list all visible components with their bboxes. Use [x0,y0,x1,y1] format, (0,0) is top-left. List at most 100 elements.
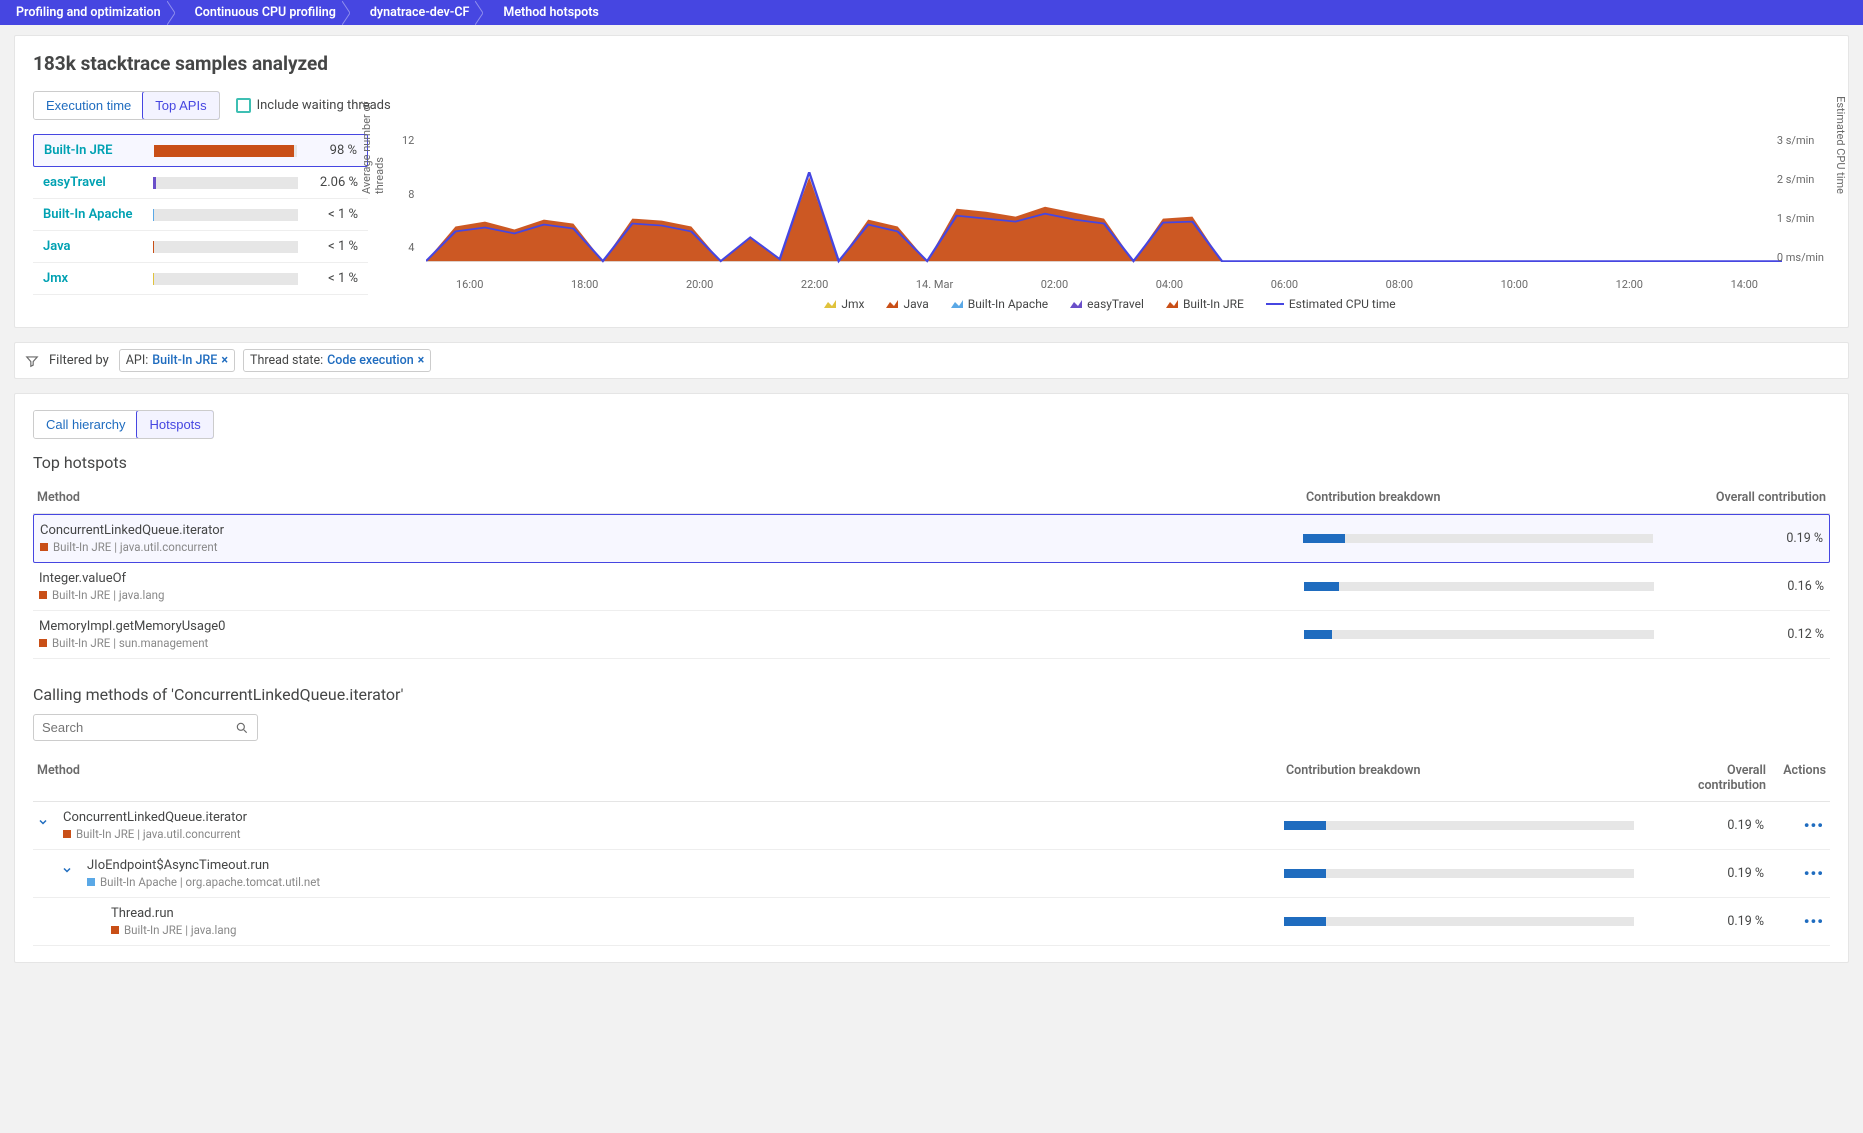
overall-pct: 0.19 % [1664,866,1764,881]
calling-title-method: ConcurrentLinkedQueue.iterator [174,685,401,704]
filter-chip[interactable]: API: Built-In JRE × [119,349,235,372]
method-sub: Built-In JRE | java.lang [111,923,1284,937]
chart-y-left-label: Average number ofthreads [360,101,386,194]
legend-item[interactable]: Jmx [824,297,864,311]
legend-item[interactable]: Estimated CPU time [1266,297,1396,311]
close-icon[interactable]: × [418,353,425,368]
tab-call-hierarchy[interactable]: Call hierarchy [34,411,137,438]
legend-item[interactable]: Built-In JRE [1166,297,1244,311]
method-name: ConcurrentLinkedQueue.iterator [40,523,1303,538]
breakdown-bar [1284,821,1634,830]
overall-pct: 0.12 % [1684,627,1824,642]
chart-y-left-ticks: 1284 [402,134,414,254]
legend-label: Jmx [841,297,864,311]
method-sub: Built-In JRE | java.lang [39,588,1304,602]
api-row[interactable]: easyTravel 2.06 % [33,167,368,199]
chart-y-right-label: Estimated CPU time [1834,96,1847,194]
legend-item[interactable]: Built-In Apache [951,297,1048,311]
breakdown-bar [1304,582,1654,591]
filter-chip[interactable]: Thread state: Code execution × [243,349,431,372]
chevron-down-icon[interactable] [37,816,49,832]
api-pct: < 1 % [308,207,358,222]
breadcrumb-label: Continuous CPU profiling [195,5,336,20]
checkbox-icon [236,98,251,113]
api-bar [154,145,297,157]
hotspot-rows: ConcurrentLinkedQueue.iterator Built-In … [33,514,1830,659]
legend-item[interactable]: Java [886,297,928,311]
breadcrumb-item[interactable]: Continuous CPU profiling [185,0,360,25]
legend-label: easyTravel [1087,297,1144,311]
api-pct: 98 % [307,143,357,158]
search-icon [235,721,249,735]
api-color-icon [63,830,71,838]
method-name: MemoryImpl.getMemoryUsage0 [39,619,1304,634]
api-pct: < 1 % [308,239,358,254]
api-name: Built-In Apache [43,207,143,222]
tab-top-apis[interactable]: Top APIs [142,91,219,120]
api-name: Built-In JRE [44,143,144,158]
api-row[interactable]: Built-In Apache < 1 % [33,199,368,231]
api-name: Jmx [43,271,143,286]
api-row[interactable]: Jmx < 1 % [33,263,368,295]
overall-pct: 0.19 % [1683,531,1823,546]
close-icon[interactable]: × [221,353,228,368]
api-bar [153,209,298,221]
calling-methods-title: Calling methods of 'ConcurrentLinkedQueu… [33,685,1830,704]
api-row[interactable]: Java < 1 % [33,231,368,263]
breadcrumb-label: Method hotspots [503,5,598,20]
calling-title-prefix: Calling methods of ' [33,685,174,704]
breakdown-bar [1304,630,1654,639]
chip-value: Built-In JRE [152,353,217,368]
filter-chips: API: Built-In JRE ×Thread state: Code ex… [119,349,432,372]
calling-row[interactable]: Thread.run Built-In JRE | java.lang 0.19… [33,898,1830,946]
analysis-panel: 183k stacktrace samples analyzed Executi… [14,35,1849,328]
tab-execution-time[interactable]: Execution time [34,92,143,119]
api-color-icon [40,543,48,551]
lower-tab-group: Call hierarchy Hotspots [33,410,214,439]
breadcrumb-item[interactable]: dynatrace-dev-CF [360,0,494,25]
more-actions-icon[interactable]: ••• [1804,912,1824,931]
hotspot-row[interactable]: MemoryImpl.getMemoryUsage0 Built-In JRE … [33,611,1830,659]
chart-x-ticks: 16:0018:0020:0022:0014. Mar02:0004:0006:… [426,278,1782,291]
breadcrumb-item[interactable]: Profiling and optimization [6,0,185,25]
api-color-icon [39,639,47,647]
tab-hotspots[interactable]: Hotspots [136,410,213,439]
search-input[interactable] [42,720,235,735]
api-name: Java [43,239,143,254]
legend-swatch-icon [1070,300,1082,308]
breadcrumb: Profiling and optimization Continuous CP… [0,0,1863,25]
filter-icon [25,354,39,368]
thread-chart: Average number ofthreads Estimated CPU t… [390,134,1830,311]
calling-title-suffix: ' [401,685,404,704]
col-actions-header: Actions [1766,763,1826,793]
more-actions-icon[interactable]: ••• [1804,864,1824,883]
col-overall-header: Overall contribution [1686,490,1826,505]
breadcrumb-label: Profiling and optimization [16,5,161,20]
api-list: Built-In JRE 98 % easyTravel 2.06 % Buil… [33,134,368,311]
chevron-down-icon[interactable] [61,864,73,880]
filter-label: Filtered by [49,353,109,368]
api-bar [153,273,298,285]
legend-item[interactable]: easyTravel [1070,297,1144,311]
calling-row[interactable]: ConcurrentLinkedQueue.iterator Built-In … [33,802,1830,850]
breakdown-bar [1284,917,1634,926]
breadcrumb-item[interactable]: Method hotspots [493,0,608,25]
chip-key: Thread state: [250,353,323,368]
api-pct: < 1 % [308,271,358,286]
chip-key: API: [126,353,148,368]
method-sub: Built-In JRE | sun.management [39,636,1304,650]
calling-row[interactable]: JIoEndpoint$AsyncTimeout.run Built-In Ap… [33,850,1830,898]
api-color-icon [39,591,47,599]
hotspot-row[interactable]: Integer.valueOf Built-In JRE | java.lang… [33,563,1830,611]
legend-label: Built-In JRE [1183,297,1244,311]
calling-rows: ConcurrentLinkedQueue.iterator Built-In … [33,802,1830,946]
api-color-icon [111,926,119,934]
hotspots-panel: Call hierarchy Hotspots Top hotspots Met… [14,393,1849,963]
breakdown-bar [1303,534,1653,543]
search-input-wrap[interactable] [33,714,258,741]
more-actions-icon[interactable]: ••• [1804,816,1824,835]
hotspot-row[interactable]: ConcurrentLinkedQueue.iterator Built-In … [33,514,1830,563]
legend-swatch-icon [951,300,963,308]
api-row[interactable]: Built-In JRE 98 % [33,134,368,167]
chart-area[interactable] [426,134,1782,274]
